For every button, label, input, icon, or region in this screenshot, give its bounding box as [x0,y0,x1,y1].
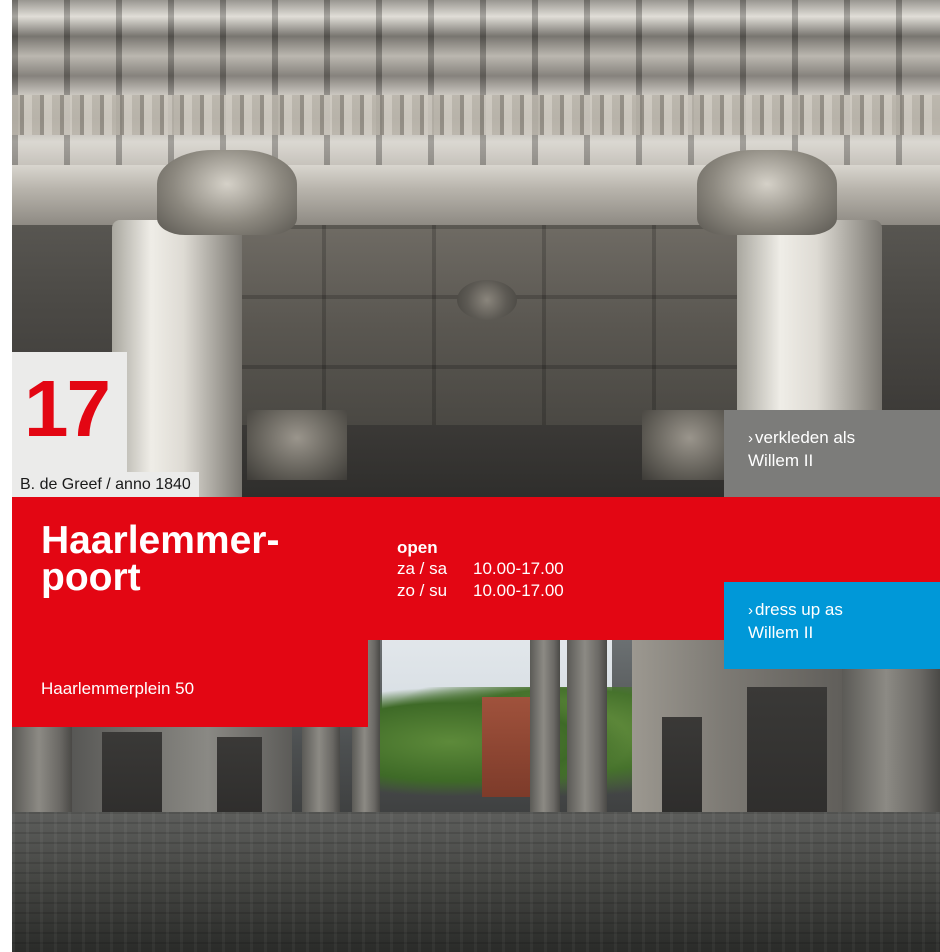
location-address: Haarlemmerplein 50 [41,679,195,698]
inner-left-capital [247,410,347,480]
cornice-frieze [12,0,940,165]
cobblestone-floor [12,812,940,952]
day-label: za / sa [397,559,448,578]
activity-tag-dutch: › verkleden als Willem II [724,410,940,497]
activity-line-1: dress up as [755,600,843,619]
activity-line-2: Willem II [748,623,814,642]
day-label: zo / su [397,581,448,600]
poster-page: 17 B. de Greef / anno 1840 Haarlemmer- p… [0,0,940,952]
inner-right-capital [642,410,737,480]
activity-tag-english: › dress up as Willem II [724,582,940,669]
time-label: 10.00-17.00 [473,559,564,578]
opening-hours: open za / sa 10.00-17.00 zo / su 10.00-17.… [397,538,564,602]
time-label: 10.00-17.00 [473,581,564,600]
location-number: 17 [24,364,111,453]
right-column-capital [697,150,837,235]
location-title: Haarlemmer- poort [41,519,361,599]
activity-line-2: Willem II [748,451,814,470]
opening-hours-row: zo / su 10.00-17.00 [397,580,564,602]
title-line-1: Haarlemmer- [41,519,280,562]
left-column [112,220,242,497]
activity-text-dutch: › verkleden als Willem II [748,427,928,472]
chevron-right-icon: › [748,602,753,619]
chevron-right-icon: › [748,430,753,447]
frieze-ornament-band [12,95,940,135]
left-column-capital [157,150,297,235]
opening-hours-title: open [397,538,438,557]
coffered-ceiling [212,225,740,425]
title-line-2: poort [41,556,141,599]
activity-text-english: › dress up as Willem II [748,599,928,644]
ceiling-rosette [457,280,517,320]
architect-credit: B. de Greef / anno 1840 [12,472,199,497]
opening-hours-row: za / sa 10.00-17.00 [397,558,564,580]
activity-line-1: verkleden als [755,428,856,447]
